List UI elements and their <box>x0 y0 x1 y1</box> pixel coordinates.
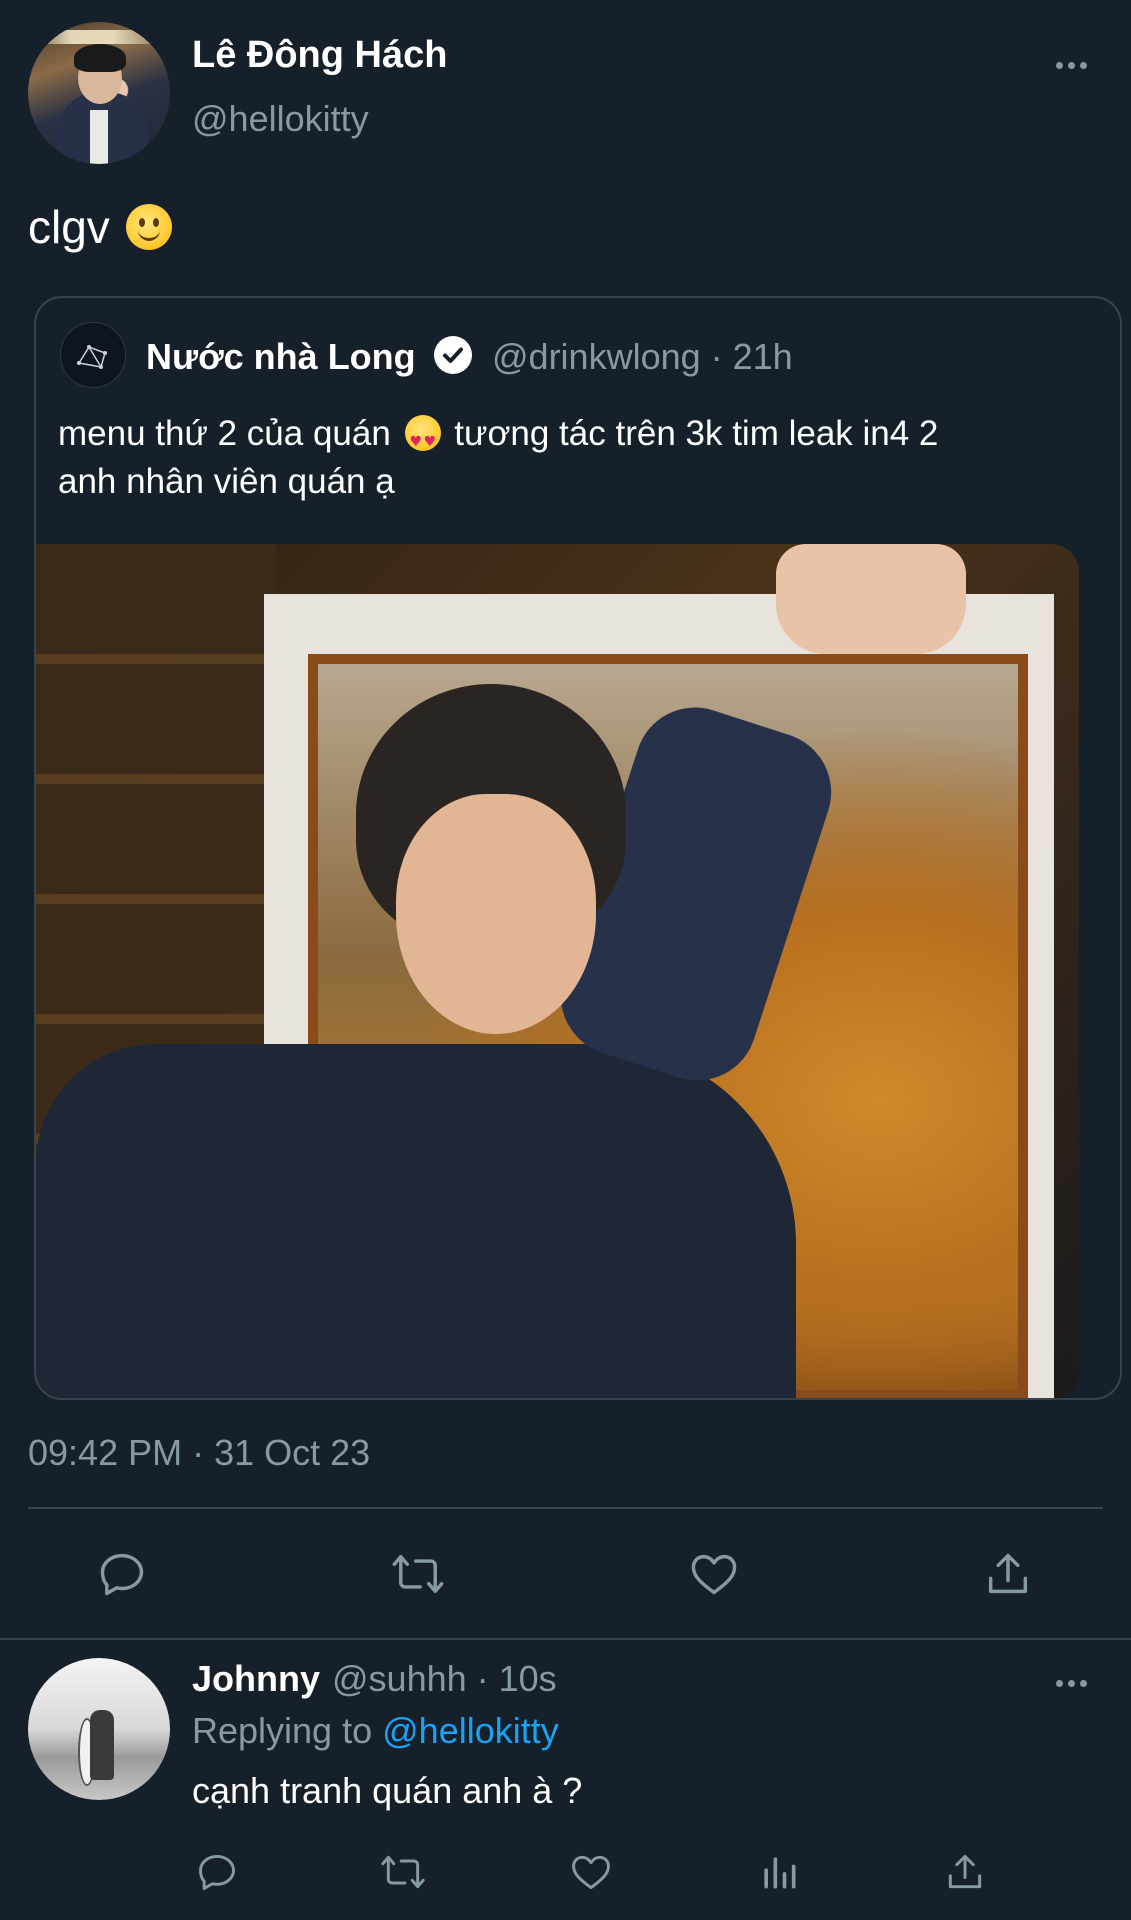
tweet-text-content: clgv <box>28 201 110 253</box>
reply-icon[interactable] <box>92 1546 152 1602</box>
heart-eyes-icon <box>404 415 441 466</box>
retweet-icon[interactable] <box>378 1848 428 1896</box>
quoted-text-part1: menu thứ 2 của quán <box>58 414 391 453</box>
quoted-display-name: Nước nhà Long <box>146 336 416 377</box>
tweet-text: clgv <box>28 200 172 254</box>
quoted-tweet-text: menu thứ 2 của quán tương tác trên 3k ti… <box>58 410 1088 506</box>
slightly-smiling-face-icon <box>125 204 172 250</box>
more-options-icon[interactable] <box>1056 62 1087 69</box>
quoted-tweet-photo[interactable] <box>36 544 1079 1398</box>
quoted-text-line2: anh nhân viên quán ạ <box>58 462 395 501</box>
reply-header: Johnny @suhhh · 10s <box>192 1658 557 1700</box>
author-display-name[interactable]: Lê Đông Hách <box>192 34 447 77</box>
retweet-icon[interactable] <box>388 1546 448 1602</box>
divider <box>28 1507 1103 1509</box>
replying-to-mention[interactable]: @hellokitty <box>382 1710 559 1751</box>
quoted-text-part2: tương tác trên 3k tim leak in4 2 <box>454 414 939 453</box>
reply-more-options-icon[interactable] <box>1056 1680 1087 1687</box>
quoted-tweet-card[interactable]: Nước nhà Long @drinkwlong · 21h menu thứ… <box>34 296 1122 1400</box>
author-handle[interactable]: @hellokitty <box>192 98 369 140</box>
divider <box>0 1638 1131 1640</box>
verified-badge-icon <box>434 336 472 374</box>
reply-icon[interactable] <box>192 1848 242 1896</box>
author-avatar[interactable] <box>28 22 170 164</box>
reply-author-avatar[interactable] <box>28 1658 170 1800</box>
quoted-meta: @drinkwlong · 21h <box>492 336 793 377</box>
replying-to-label: Replying to <box>192 1710 373 1751</box>
quoted-author-avatar <box>60 322 126 388</box>
analytics-icon[interactable] <box>754 1848 804 1896</box>
tweet-timestamp[interactable]: 09:42 PM · 31 Oct 23 <box>28 1432 370 1474</box>
like-icon[interactable] <box>566 1848 616 1896</box>
share-icon[interactable] <box>940 1848 990 1896</box>
replying-to: Replying to @hellokitty <box>192 1710 559 1752</box>
share-icon[interactable] <box>978 1546 1038 1602</box>
reply-meta: @suhhh · 10s <box>332 1658 557 1699</box>
reply-text: cạnh tranh quán anh à ? <box>192 1770 583 1811</box>
reply-display-name[interactable]: Johnny <box>192 1658 320 1700</box>
like-icon[interactable] <box>684 1546 744 1602</box>
